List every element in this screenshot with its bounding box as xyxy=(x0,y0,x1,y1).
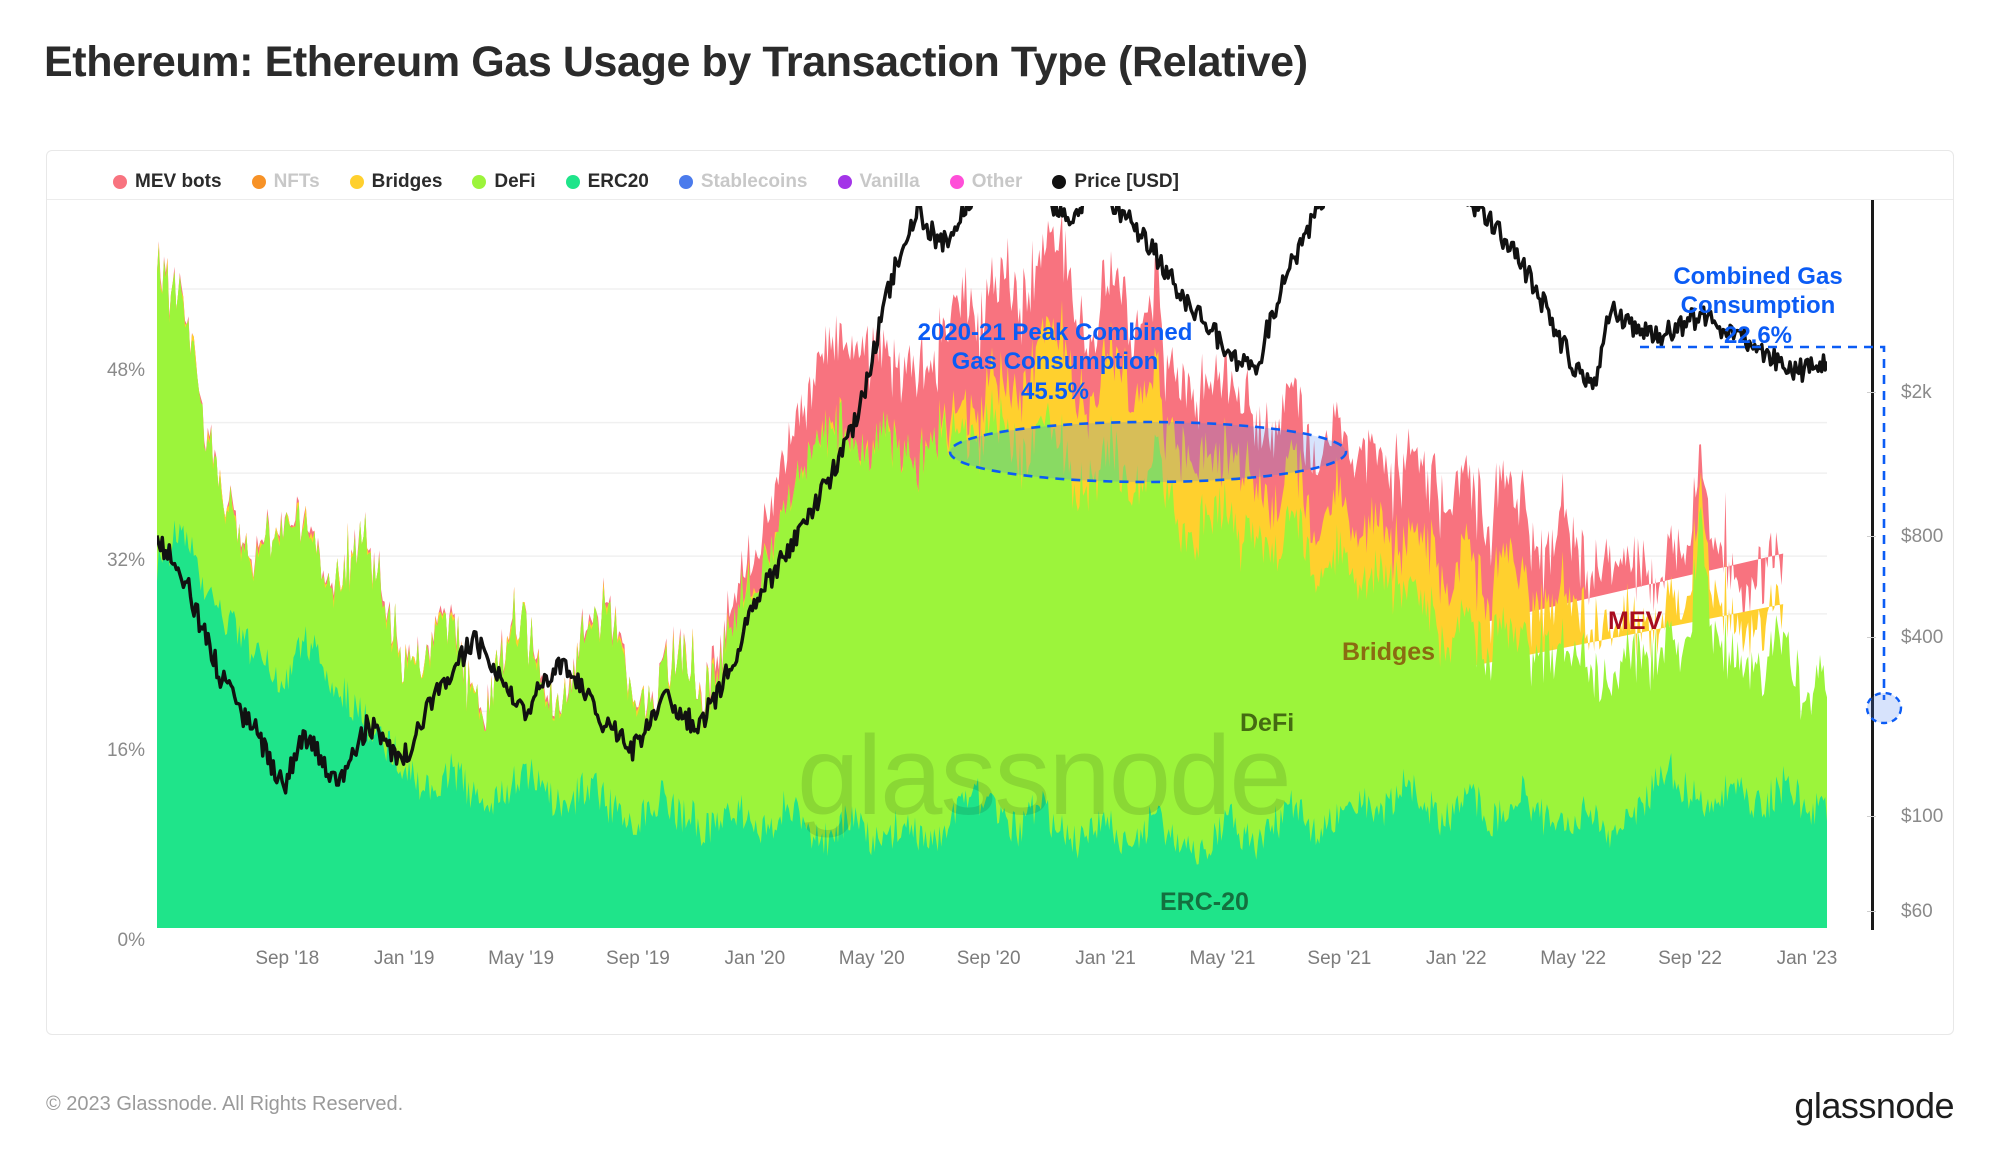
legend-dot-icon xyxy=(837,175,852,189)
y2-tick-400: $400 xyxy=(1901,627,1944,648)
legend-item-erc20[interactable]: ERC20 xyxy=(565,171,649,193)
y-tick-48: 48% xyxy=(106,360,145,381)
legend-label: DeFi xyxy=(494,171,536,192)
legend-item-price-usd[interactable]: Price [USD] xyxy=(1052,171,1179,193)
y-tick-0: 0% xyxy=(117,930,145,951)
y-tick-16: 16% xyxy=(106,740,145,761)
legend-item-stablecoins[interactable]: Stablecoins xyxy=(678,171,808,193)
y-tick-32: 32% xyxy=(106,550,145,571)
series-label-defi: DeFi xyxy=(1240,709,1295,737)
plot-area: glassnode xyxy=(157,206,1827,928)
x-tick-label: Sep '19 xyxy=(606,948,670,969)
legend-dot-icon xyxy=(1052,175,1067,189)
legend-item-other[interactable]: Other xyxy=(949,171,1023,193)
legend-dot-icon xyxy=(113,175,127,189)
legend-label: Vanilla xyxy=(859,171,920,192)
glassnode-logo: glassnode xyxy=(1794,1085,1954,1126)
chart-legend: MEV bots NFTs Bridges DeFi ERC20 Stablecoins V… xyxy=(113,167,1209,197)
x-tick-label: Jan '21 xyxy=(1075,948,1136,969)
legend-item-mev-bots[interactable]: MEV bots xyxy=(113,171,222,193)
legend-label: Price [USD] xyxy=(1074,171,1179,192)
x-tick-label: May '21 xyxy=(1189,948,1256,969)
legend-label: Bridges xyxy=(371,171,443,192)
legend-dot-icon xyxy=(678,175,693,189)
legend-item-nfts[interactable]: NFTs xyxy=(251,171,320,193)
x-tick-label: Jan '19 xyxy=(373,948,435,969)
chart-page: Ethereum: Ethereum Gas Usage by Transact… xyxy=(0,0,2000,1152)
legend-label: NFTs xyxy=(273,171,320,192)
legend-item-bridges[interactable]: Bridges xyxy=(349,171,443,193)
legend-dot-icon xyxy=(949,175,964,189)
x-tick-label: Jan '20 xyxy=(724,948,786,969)
x-tick-label: Sep '20 xyxy=(956,948,1021,969)
x-tick-label: Sep '18 xyxy=(255,948,320,969)
stacked-area-chart xyxy=(157,206,1827,928)
y2-tick-60: $60 xyxy=(1901,901,1933,922)
legend-dot-icon xyxy=(472,175,487,189)
legend-dot-icon xyxy=(251,175,266,189)
y2-tick-800: $800 xyxy=(1901,526,1944,547)
y2-tick-100: $100 xyxy=(1901,806,1944,827)
page-title: Ethereum: Ethereum Gas Usage by Transact… xyxy=(44,38,1308,86)
x-tick-label: Jan '23 xyxy=(1776,948,1838,969)
series-label-bridges: Bridges xyxy=(1342,638,1436,666)
annotation-peak-2020-21: 2020-21 Peak Combined Gas Consumption 45… xyxy=(917,319,1193,405)
footer-copyright: © 2023 Glassnode. All Rights Reserved. xyxy=(46,1093,404,1115)
series-label-mev: MEV xyxy=(1608,607,1663,635)
legend-label: MEV bots xyxy=(135,171,222,192)
x-tick-label: May '19 xyxy=(488,948,555,969)
x-tick-label: Jan '22 xyxy=(1425,948,1487,969)
x-tick-label: May '22 xyxy=(1540,948,1607,969)
y2-tick-2k: $2k xyxy=(1901,382,1932,403)
series-label-erc20: ERC-20 xyxy=(1160,888,1249,916)
legend-divider xyxy=(47,199,1953,200)
legend-label: Stablecoins xyxy=(700,171,808,192)
annotation-current: Combined Gas Consumption 22.6% xyxy=(1673,263,1843,349)
legend-dot-icon xyxy=(565,175,580,189)
legend-item-vanilla[interactable]: Vanilla xyxy=(837,171,920,193)
legend-item-defi[interactable]: DeFi xyxy=(472,171,536,193)
legend-label: Other xyxy=(971,171,1023,192)
legend-dot-icon xyxy=(349,175,364,189)
x-tick-label: May '20 xyxy=(838,948,905,969)
x-tick-label: Sep '21 xyxy=(1307,948,1372,969)
x-tick-label: Sep '22 xyxy=(1658,948,1722,969)
legend-label: ERC20 xyxy=(587,171,649,192)
